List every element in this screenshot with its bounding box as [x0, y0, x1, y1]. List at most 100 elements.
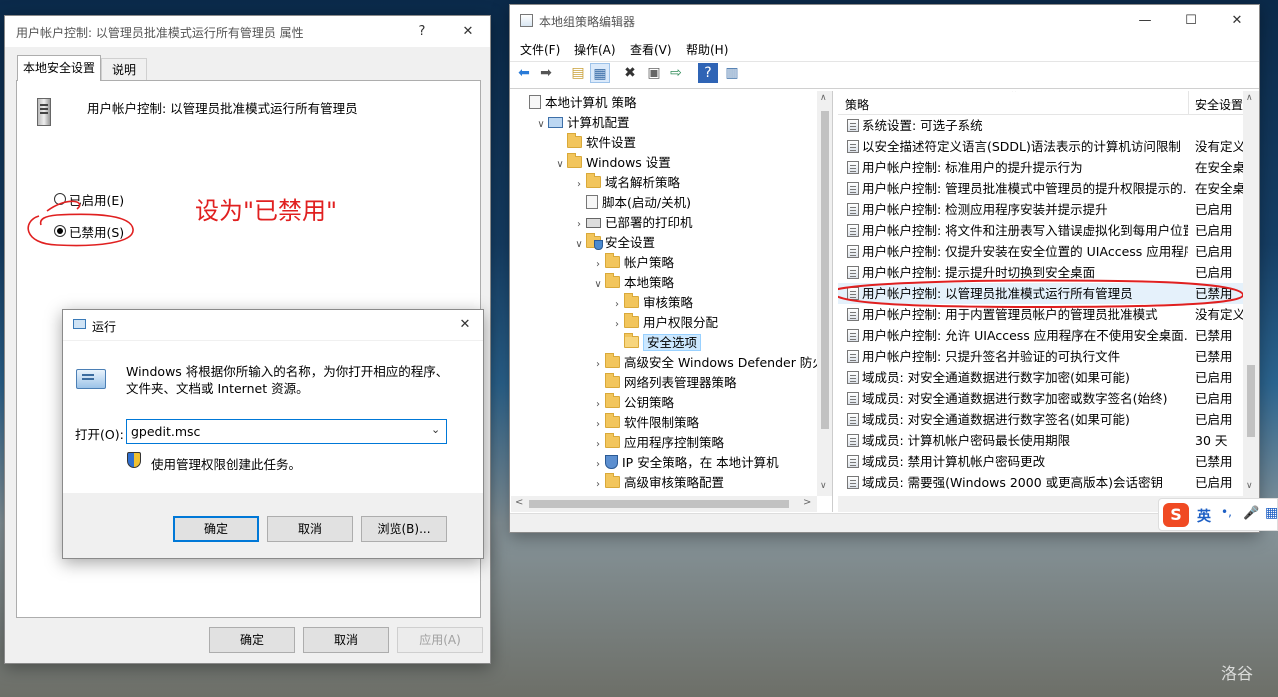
help-book-icon[interactable]: ? [698, 63, 718, 83]
policy-setting-cell: 在安全桌面 [1195, 181, 1247, 196]
policy-row[interactable]: 以安全描述符定义语言(SDDL)语法表示的计算机访问限制 没有定义 [838, 136, 1245, 157]
menu-help[interactable]: 帮助(H) [686, 41, 728, 58]
ime-grid-icon[interactable]: ▦ [1265, 505, 1278, 521]
watermark: 洛谷 [1221, 664, 1254, 683]
tree-item[interactable]: 本地计算机 策略 [515, 93, 636, 113]
tree-item[interactable]: › 应用程序控制策略 [591, 433, 724, 453]
expand-chevron-icon[interactable]: › [591, 255, 605, 275]
sogou-logo-icon[interactable]: S [1163, 503, 1189, 527]
props-ok-button[interactable]: 确定 [209, 627, 295, 653]
gpedit-close-button[interactable]: ✕ [1214, 5, 1260, 36]
minimize-button[interactable]: — [1122, 5, 1168, 36]
microphone-icon[interactable]: 🎤 [1243, 506, 1259, 521]
props-apply-button[interactable]: 应用(A) [397, 627, 483, 653]
policy-row[interactable]: 用户帐户控制: 标准用户的提升提示行为 在安全桌面 [838, 157, 1247, 178]
tree-hscroll-thumb[interactable] [529, 500, 789, 508]
tree-item[interactable]: › 高级安全 Windows Defender 防火墙 [591, 353, 832, 375]
policy-row[interactable]: 系统设置: 可选子系统 [838, 115, 1243, 136]
tree-item[interactable]: 软件设置 [553, 133, 636, 153]
tree-item[interactable]: › IP 安全策略，在 本地计算机 [591, 453, 779, 473]
expand-chevron-icon[interactable]: › [591, 355, 605, 375]
expand-chevron-icon[interactable]: › [591, 395, 605, 415]
expand-chevron-icon[interactable]: › [591, 415, 605, 435]
tree-item[interactable]: › 帐户策略 [591, 253, 674, 273]
policy-row[interactable]: 用户帐户控制: 将文件和注册表写入错误虚拟化到每用户位置 已启用 [838, 220, 1243, 241]
collapse-chevron-icon[interactable]: ∨ [553, 155, 567, 175]
policy-row[interactable]: 用户帐户控制: 仅提升安装在安全位置的 UIAccess 应用程序 已启用 [838, 241, 1243, 262]
policy-row[interactable]: 域成员: 对安全通道数据进行数字加密(如果可能) 已启用 [838, 367, 1243, 388]
tree-item[interactable]: › 公钥策略 [591, 393, 674, 413]
tree-item[interactable]: 网络列表管理器策略 [591, 373, 737, 393]
policy-vscrollbar[interactable]: ∧ ∨ [1243, 91, 1259, 496]
tree-item[interactable]: › 域名解析策略 [572, 173, 680, 193]
folder-icon [605, 413, 620, 428]
policy-row[interactable]: 用户帐户控制: 检测应用程序安装并提示提升 已启用 [838, 199, 1243, 220]
tree-item[interactable]: 脚本(启动/关机) [572, 193, 691, 213]
collapse-chevron-icon[interactable]: ∨ [572, 235, 586, 255]
delete-icon[interactable]: ✖ [620, 63, 640, 83]
policy-row[interactable]: 域成员: 禁用计算机帐户密码更改 已禁用 [838, 451, 1243, 472]
run-cancel-button[interactable]: 取消 [267, 516, 353, 542]
policy-row[interactable]: 域成员: 需要强(Windows 2000 或更高版本)会话密钥 已启用 [838, 472, 1243, 493]
properties-icon[interactable]: ▣ [644, 63, 664, 83]
show-tree-icon[interactable]: ▦ [590, 63, 610, 83]
console-view-icon[interactable]: ▥ [722, 63, 742, 83]
properties-titlebar[interactable]: 用户帐户控制: 以管理员批准模式运行所有管理员 属性 ? ✕ [5, 16, 490, 47]
gpedit-titlebar[interactable]: 本地组策略编辑器 — ☐ ✕ [510, 5, 1259, 36]
tree-hscrollbar[interactable]: < > [511, 496, 817, 512]
policy-row[interactable]: 用户帐户控制: 允许 UIAccess 应用程序在不使用安全桌面... 已禁用 [838, 325, 1243, 346]
collapse-chevron-icon[interactable]: ∨ [534, 115, 548, 135]
open-combobox[interactable]: gpedit.msc ⌄ [126, 419, 447, 444]
ime-language[interactable]: 英 [1197, 506, 1211, 526]
tree-item[interactable]: ∨ 安全设置 [572, 233, 655, 253]
up-folder-icon[interactable]: ▤ [568, 63, 588, 83]
tree-item[interactable]: ∨ 本地策略 [591, 273, 674, 293]
policy-row[interactable]: 域成员: 对安全通道数据进行数字加密或数字签名(始终) 已启用 [838, 388, 1243, 409]
policy-row[interactable]: 域成员: 计算机帐户密码最长使用期限 30 天 [838, 430, 1243, 451]
run-browse-button[interactable]: 浏览(B)... [361, 516, 447, 542]
menu-file[interactable]: 文件(F) [520, 41, 560, 58]
export-list-icon[interactable]: ⇨ [666, 63, 686, 83]
tree-item[interactable]: 安全选项 [610, 333, 702, 353]
tab-explanation[interactable]: 说明 [101, 58, 147, 80]
tree-item[interactable]: › 高级审核策略配置 [591, 473, 724, 493]
run-titlebar[interactable]: 运行 ✕ [63, 310, 483, 340]
tree-item[interactable]: › 审核策略 [610, 293, 693, 313]
tree-vscrollbar[interactable]: ∧ ∨ [817, 91, 832, 496]
help-button[interactable]: ? [402, 16, 442, 47]
tab-local-security-setting[interactable]: 本地安全设置 [17, 55, 101, 81]
expand-chevron-icon[interactable]: › [610, 295, 624, 315]
tree-item[interactable]: ∨ 计算机配置 [534, 113, 629, 135]
tree-item[interactable]: › 软件限制策略 [591, 413, 699, 433]
ime-toolbar[interactable]: S 英 •, 🎤 ▦ [1158, 498, 1278, 531]
policy-row[interactable]: 域成员: 对安全通道数据进行数字签名(如果可能) 已启用 [838, 409, 1243, 430]
expand-chevron-icon[interactable]: › [591, 455, 605, 475]
tree-item[interactable]: ∨ Windows 设置 [553, 153, 671, 173]
tree-item[interactable]: › 已部署的打印机 [572, 213, 693, 233]
expand-chevron-icon[interactable]: › [610, 315, 624, 335]
expand-chevron-icon[interactable]: › [591, 435, 605, 455]
expand-chevron-icon[interactable]: › [572, 175, 586, 195]
policy-row[interactable]: 用户帐户控制: 管理员批准模式中管理员的提升权限提示的... 在安全桌面 [838, 178, 1247, 199]
close-button[interactable]: ✕ [445, 16, 491, 47]
back-arrow-icon[interactable]: ⬅ [514, 63, 534, 83]
policy-vscroll-thumb[interactable] [1247, 365, 1255, 437]
dropdown-chevron-icon[interactable]: ⌄ [431, 423, 440, 436]
ime-punctuation[interactable]: •, [1221, 505, 1232, 519]
forward-arrow-icon[interactable]: ➡ [536, 63, 556, 83]
tree-item[interactable]: › 用户权限分配 [610, 313, 718, 333]
run-close-button[interactable]: ✕ [445, 309, 485, 340]
props-cancel-button[interactable]: 取消 [303, 627, 389, 653]
run-ok-button[interactable]: 确定 [173, 516, 259, 542]
expand-chevron-icon[interactable]: › [591, 475, 605, 495]
open-input[interactable]: gpedit.msc [131, 424, 200, 439]
collapse-chevron-icon[interactable]: ∨ [591, 275, 605, 295]
expand-chevron-icon[interactable]: › [572, 215, 586, 235]
menu-view[interactable]: 查看(V) [630, 41, 672, 58]
menu-action[interactable]: 操作(A) [574, 41, 616, 58]
policy-row[interactable]: 用户帐户控制: 只提升签名并验证的可执行文件 已禁用 [838, 346, 1243, 367]
maximize-button[interactable]: ☐ [1168, 5, 1214, 36]
tree-list: 本地计算机 策略 ∨ 计算机配置 软件设置 ∨ Windows 设置 › 域名解析策略 脚本(启… [511, 91, 832, 496]
tree-vscroll-thumb[interactable] [821, 111, 829, 429]
column-divider[interactable] [1188, 91, 1189, 115]
